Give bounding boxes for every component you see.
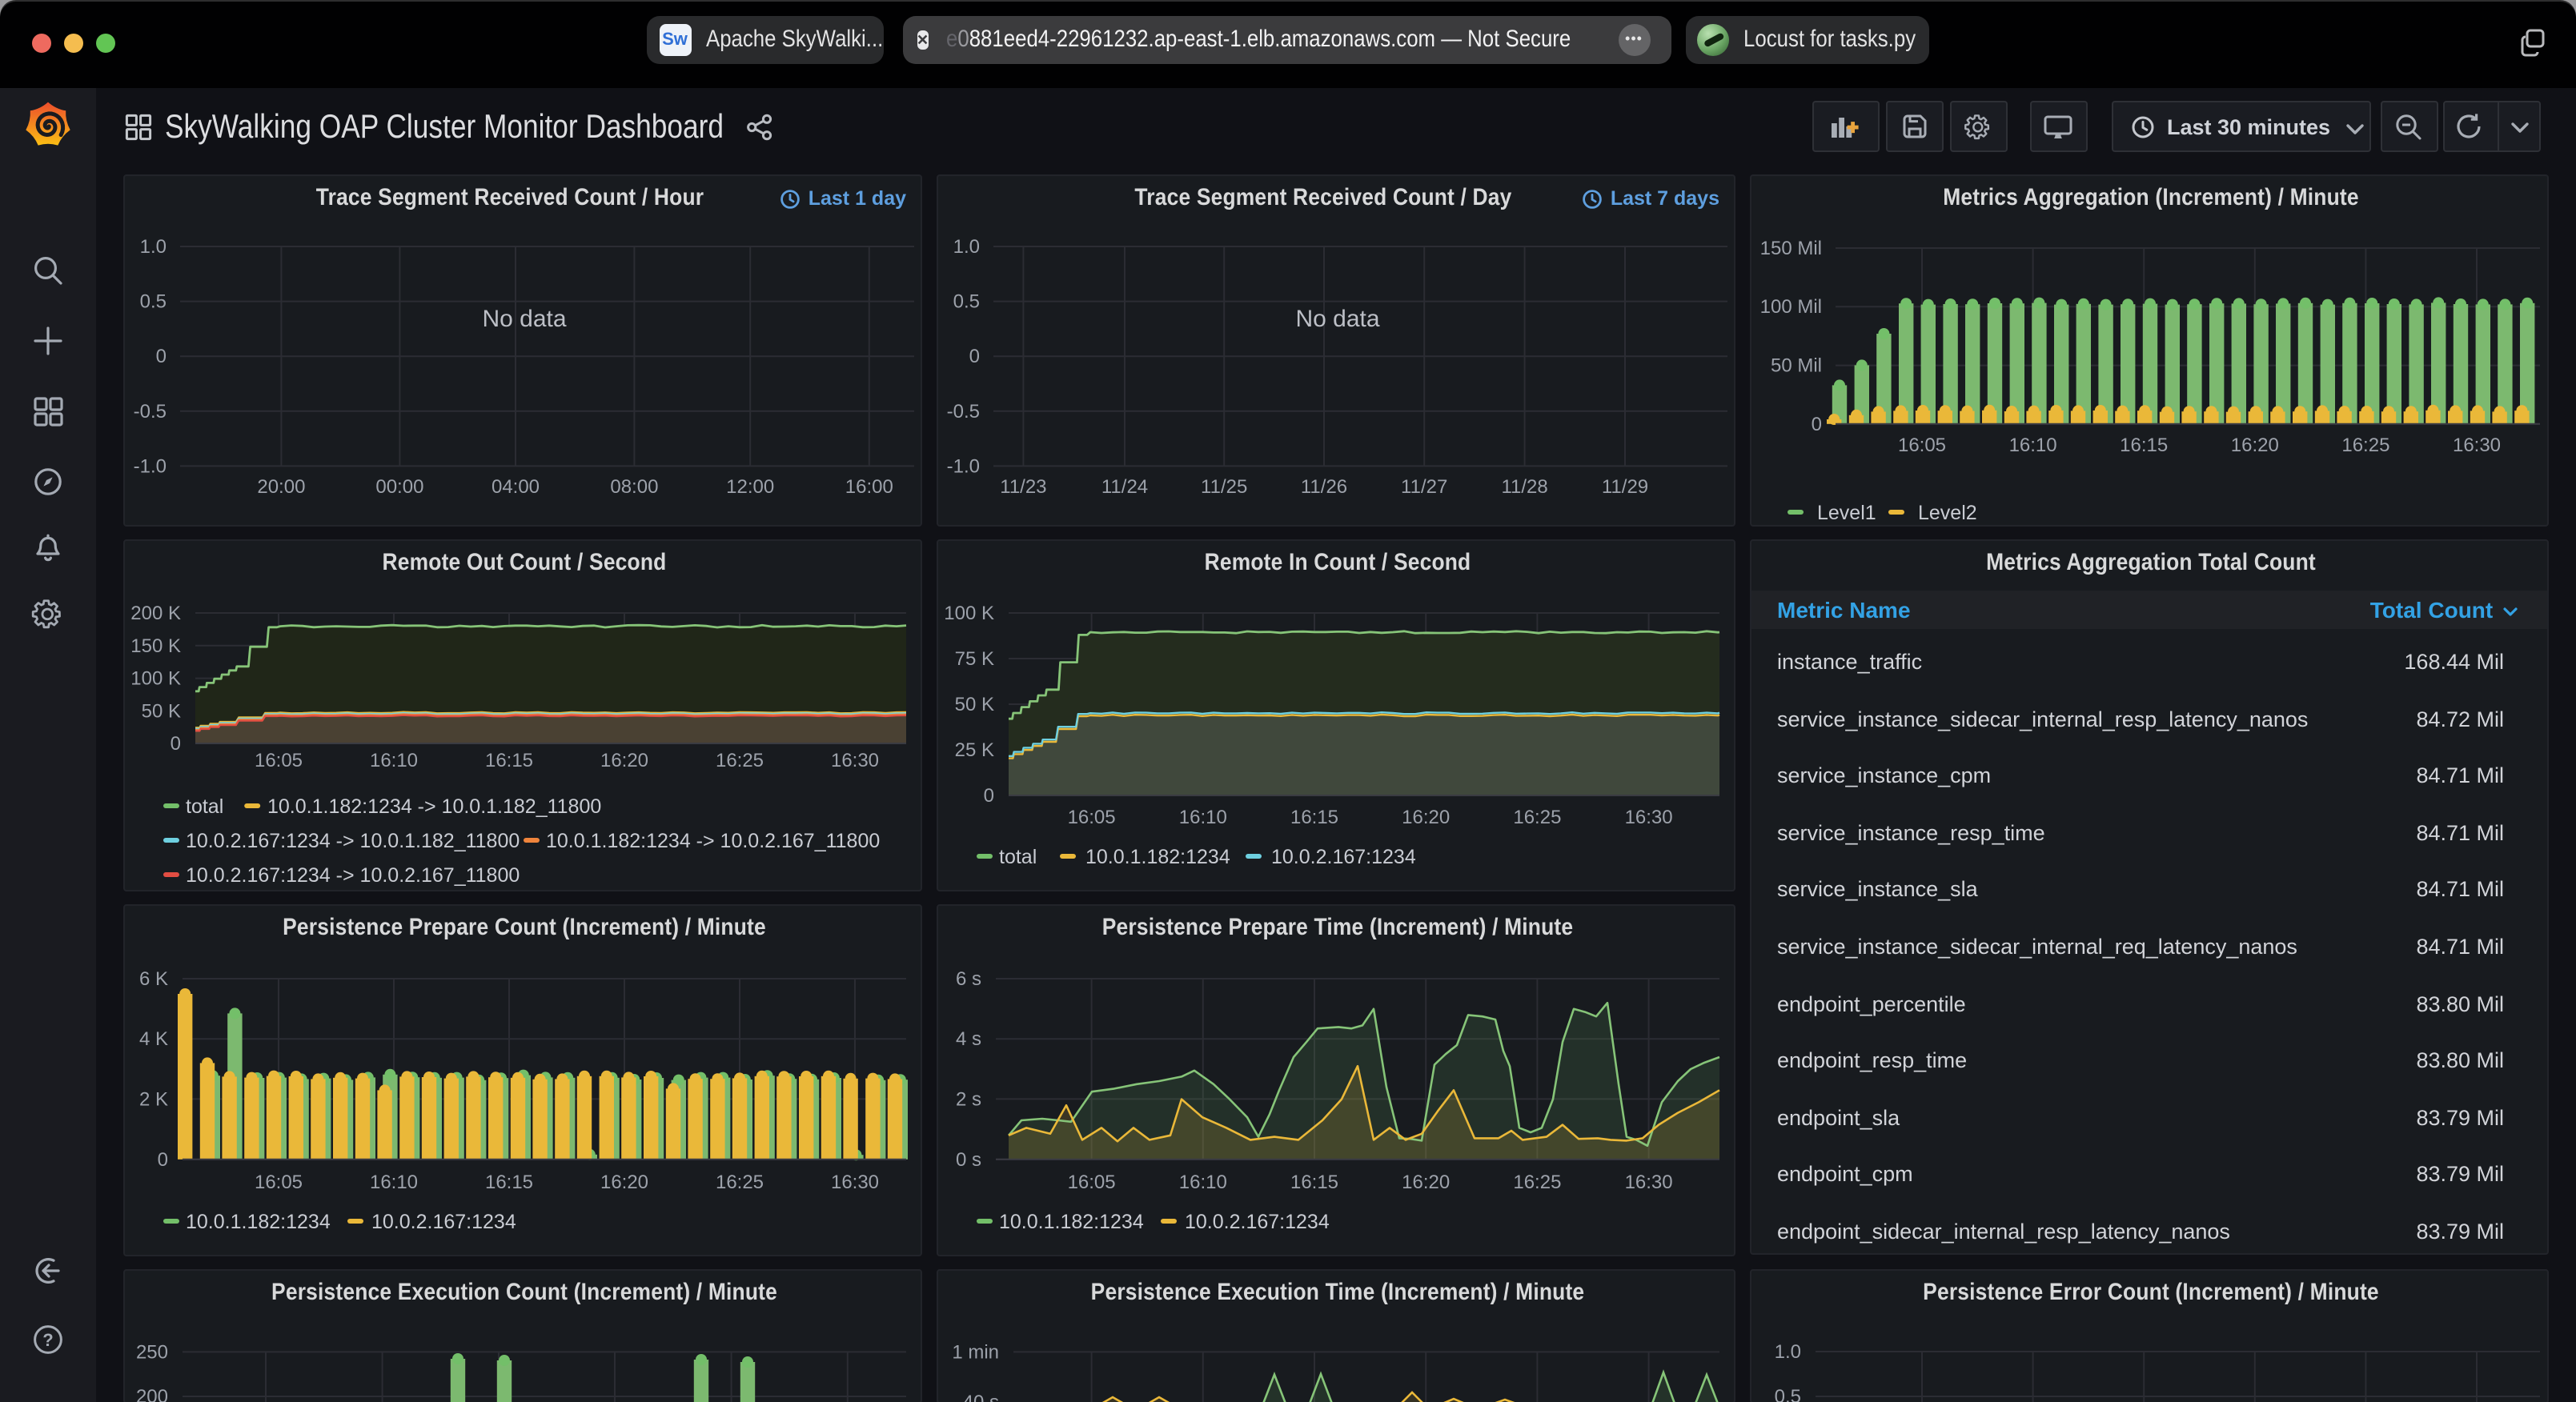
svg-text:11/24: 11/24: [1101, 476, 1148, 498]
svg-text:0: 0: [158, 1149, 168, 1171]
svg-text:16:15: 16:15: [1290, 1172, 1338, 1193]
svg-text:16:25: 16:25: [1513, 807, 1561, 828]
svg-text:4 K: 4 K: [139, 1028, 168, 1050]
svg-text:6 K: 6 K: [139, 968, 168, 990]
svg-text:11/23: 11/23: [1000, 476, 1046, 498]
svg-text:16:10: 16:10: [1179, 807, 1227, 828]
svg-text:12:00: 12:00: [726, 476, 774, 498]
svg-text:?: ?: [42, 1330, 53, 1350]
svg-text:16:30: 16:30: [831, 1172, 879, 1193]
svg-text:11/26: 11/26: [1301, 476, 1347, 498]
svg-text:16:20: 16:20: [2231, 435, 2279, 456]
svg-text:16:05: 16:05: [255, 750, 303, 771]
svg-text:1.0: 1.0: [140, 236, 167, 258]
svg-text:100 Mil: 100 Mil: [1760, 296, 1822, 318]
svg-text:20:00: 20:00: [257, 476, 305, 498]
svg-text:16:25: 16:25: [2341, 435, 2389, 456]
svg-text:50 K: 50 K: [142, 700, 181, 722]
svg-text:08:00: 08:00: [610, 476, 658, 498]
svg-text:0.5: 0.5: [1775, 1386, 1801, 1402]
svg-text:16:10: 16:10: [2009, 435, 2057, 456]
svg-text:16:05: 16:05: [1898, 435, 1946, 456]
svg-text:16:20: 16:20: [1402, 1172, 1450, 1193]
svg-text:10.0.2.167:1234 -> 10.0.1.182_: 10.0.2.167:1234 -> 10.0.1.182_11800: [186, 830, 520, 852]
svg-text:10.0.1.182:1234: 10.0.1.182:1234: [999, 1211, 1144, 1233]
svg-text:16:20: 16:20: [600, 750, 648, 771]
svg-text:11/27: 11/27: [1401, 476, 1447, 498]
svg-text:16:10: 16:10: [370, 750, 418, 771]
svg-text:04:00: 04:00: [492, 476, 540, 498]
svg-text:16:15: 16:15: [2120, 435, 2168, 456]
svg-text:No data: No data: [1295, 306, 1379, 332]
svg-text:total: total: [186, 795, 223, 818]
svg-text:16:15: 16:15: [485, 1172, 533, 1193]
svg-text:00:00: 00:00: [375, 476, 423, 498]
svg-text:11/29: 11/29: [1602, 476, 1648, 498]
svg-text:16:05: 16:05: [1068, 807, 1116, 828]
svg-text:150 Mil: 150 Mil: [1760, 238, 1822, 259]
svg-text:16:05: 16:05: [255, 1172, 303, 1193]
svg-text:250: 250: [136, 1341, 168, 1363]
svg-text:0 s: 0 s: [956, 1149, 981, 1171]
svg-text:200 K: 200 K: [130, 603, 181, 624]
svg-text:-0.5: -0.5: [947, 401, 980, 423]
svg-text:6 s: 6 s: [956, 968, 981, 990]
svg-text:10.0.2.167:1234: 10.0.2.167:1234: [371, 1211, 516, 1233]
svg-text:16:30: 16:30: [831, 750, 879, 771]
svg-text:50 K: 50 K: [955, 694, 994, 715]
svg-text:150 K: 150 K: [130, 635, 181, 657]
svg-text:10.0.1.182:1234: 10.0.1.182:1234: [186, 1211, 331, 1233]
svg-text:0: 0: [156, 346, 167, 367]
svg-text:1 min: 1 min: [952, 1341, 999, 1363]
svg-text:-1.0: -1.0: [134, 455, 167, 477]
svg-text:16:20: 16:20: [1402, 807, 1450, 828]
svg-text:No data: No data: [482, 306, 566, 332]
svg-text:10.0.1.182:1234: 10.0.1.182:1234: [1085, 846, 1230, 868]
svg-text:16:00: 16:00: [845, 476, 893, 498]
svg-text:200: 200: [136, 1386, 168, 1402]
svg-text:10.0.1.182:1234 -> 10.0.2.167_: 10.0.1.182:1234 -> 10.0.2.167_11800: [546, 830, 880, 852]
svg-text:50 Mil: 50 Mil: [1771, 355, 1822, 377]
svg-text:16:25: 16:25: [716, 750, 764, 771]
svg-text:25 K: 25 K: [955, 739, 994, 761]
svg-text:100 K: 100 K: [130, 668, 181, 690]
svg-text:16:05: 16:05: [1068, 1172, 1116, 1193]
svg-text:16:30: 16:30: [1625, 1172, 1673, 1193]
svg-text:16:10: 16:10: [1179, 1172, 1227, 1193]
svg-text:10.0.2.167:1234 -> 10.0.2.167_: 10.0.2.167:1234 -> 10.0.2.167_11800: [186, 864, 520, 887]
svg-text:0.5: 0.5: [953, 291, 980, 313]
svg-text:40 s: 40 s: [963, 1392, 999, 1402]
svg-text:10.0.1.182:1234 -> 10.0.1.182_: 10.0.1.182:1234 -> 10.0.1.182_11800: [267, 795, 601, 818]
svg-text:total: total: [999, 846, 1037, 868]
svg-text:16:10: 16:10: [370, 1172, 418, 1193]
svg-text:-0.5: -0.5: [134, 401, 167, 423]
svg-text:10.0.2.167:1234: 10.0.2.167:1234: [1185, 1211, 1330, 1233]
svg-text:0: 0: [984, 785, 994, 807]
svg-text:Level2: Level2: [1918, 502, 1977, 524]
svg-text:11/25: 11/25: [1201, 476, 1247, 498]
svg-text:-1.0: -1.0: [947, 455, 980, 477]
svg-text:1.0: 1.0: [953, 236, 980, 258]
svg-text:4 s: 4 s: [956, 1028, 981, 1050]
svg-text:16:25: 16:25: [716, 1172, 764, 1193]
svg-text:16:30: 16:30: [1625, 807, 1673, 828]
svg-text:16:20: 16:20: [600, 1172, 648, 1193]
svg-text:75 K: 75 K: [955, 648, 994, 670]
svg-text:100 K: 100 K: [944, 603, 994, 624]
svg-text:1.0: 1.0: [1775, 1341, 1801, 1363]
svg-text:16:15: 16:15: [485, 750, 533, 771]
svg-text:0: 0: [171, 733, 181, 755]
svg-text:16:15: 16:15: [1290, 807, 1338, 828]
svg-text:2 K: 2 K: [139, 1088, 168, 1110]
svg-text:16:30: 16:30: [2453, 435, 2501, 456]
svg-text:11/28: 11/28: [1501, 476, 1547, 498]
svg-text:10.0.2.167:1234: 10.0.2.167:1234: [1271, 846, 1416, 868]
svg-text:0: 0: [1812, 414, 1822, 435]
svg-text:Level1: Level1: [1817, 502, 1876, 524]
svg-text:16:25: 16:25: [1513, 1172, 1561, 1193]
svg-text:0: 0: [969, 346, 980, 367]
svg-text:2 s: 2 s: [956, 1088, 981, 1110]
svg-text:0.5: 0.5: [140, 291, 167, 313]
